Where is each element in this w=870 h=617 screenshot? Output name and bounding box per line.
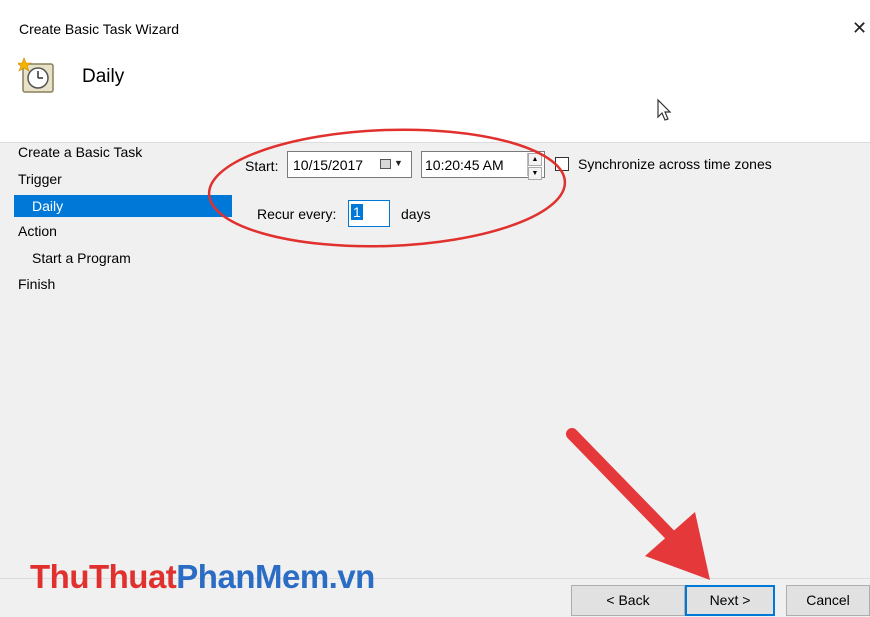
nav-item-create-basic-task[interactable]: Create a Basic Task xyxy=(18,141,142,163)
nav-item-start-program[interactable]: Start a Program xyxy=(32,247,131,269)
next-button[interactable]: Next > xyxy=(685,585,775,616)
title-bar: Create Basic Task Wizard ✕ xyxy=(0,0,870,40)
nav-item-finish[interactable]: Finish xyxy=(18,273,55,295)
watermark-part2: PhanMem.vn xyxy=(176,558,375,595)
window-title: Create Basic Task Wizard xyxy=(19,21,180,37)
back-button[interactable]: < Back xyxy=(571,585,685,616)
nav-item-daily[interactable]: Daily xyxy=(14,195,232,217)
highlight-ellipse-annotation xyxy=(207,128,567,248)
cancel-button[interactable]: Cancel xyxy=(786,585,870,616)
nav-item-action[interactable]: Action xyxy=(18,220,57,242)
watermark-logo: ThuThuatPhanMem.vn xyxy=(30,558,375,596)
clock-task-icon xyxy=(18,57,54,93)
mouse-pointer-icon xyxy=(657,98,672,121)
nav-item-trigger[interactable]: Trigger xyxy=(18,168,62,190)
synchronize-label[interactable]: Synchronize across time zones xyxy=(578,156,772,172)
red-arrow-annotation xyxy=(566,428,710,580)
close-icon[interactable]: ✕ xyxy=(852,18,867,38)
page-title: Daily xyxy=(82,66,125,87)
watermark-part1: ThuThuat xyxy=(30,558,177,595)
